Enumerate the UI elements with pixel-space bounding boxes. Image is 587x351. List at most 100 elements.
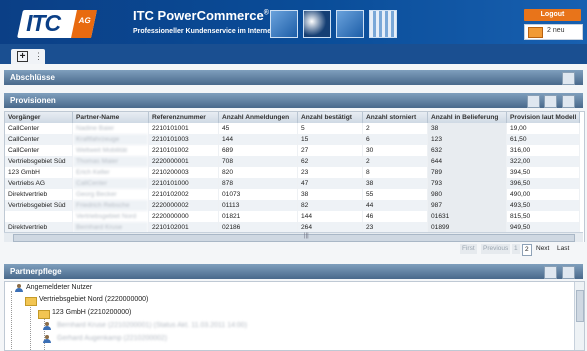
cell: 2210200003 <box>148 167 219 178</box>
tree-node-label: Angemeldeter Nutzer <box>26 284 93 291</box>
cell: Kraftfahrzeuge <box>72 134 149 145</box>
pagination: First Previous 1 2 Next Last <box>0 242 587 256</box>
envelope-icon <box>528 27 543 38</box>
cell: 708 <box>218 156 298 167</box>
table-row[interactable]: Vertriebs AG CallCenter 2210101000 878 47 38 7… <box>5 178 581 189</box>
export-icon[interactable] <box>544 266 557 279</box>
tree-node-label: 123 GmbH (2210200000) <box>52 309 132 316</box>
column-header-vorgaenger[interactable]: Vorgänger <box>5 112 73 123</box>
provisionen-table: Vorgänger Partner-Name Referenznummer An… <box>4 111 585 243</box>
settings-icon[interactable] <box>562 95 575 108</box>
cell: 820 <box>218 167 298 178</box>
cell: 55 <box>362 189 428 200</box>
cell <box>5 211 73 222</box>
page-2-button[interactable]: 2 <box>522 244 532 256</box>
cell: Georg Becker <box>72 189 149 200</box>
tree-node-label: Gerhard Augenkamp (2210200002) <box>57 335 168 342</box>
brand-mark: ® <box>263 9 269 17</box>
tree-node-partner[interactable]: Bernhard Kruse (2210200001) (Status Akt.… <box>39 322 247 330</box>
table-header-row: Vorgänger Partner-Name Referenznummer An… <box>5 112 581 123</box>
header-decoration <box>270 10 397 38</box>
cell: 46 <box>362 211 428 222</box>
decor-tile-icon <box>369 10 397 38</box>
decor-tile-icon <box>270 10 298 38</box>
tree-connector <box>11 291 12 350</box>
cell: 689 <box>218 145 298 156</box>
cell: 45 <box>218 123 298 134</box>
provisionen-title: Provisionen <box>10 96 56 105</box>
next-page-button[interactable]: Next <box>534 244 551 254</box>
tree-node-123-gmbh[interactable]: 123 GmbH (2210200000) <box>34 309 132 319</box>
cell: 878 <box>218 178 298 189</box>
table-row[interactable]: 123 GmbH Erich Keller 2210200003 820 23 8 789 3… <box>5 167 581 178</box>
tree-node-vertriebsgebiet-nord[interactable]: Vertriebsgebiet Nord (2220000000) <box>21 296 148 306</box>
abschluesse-title: Abschlüsse <box>10 73 55 82</box>
grip-icon: ||| <box>304 233 309 239</box>
cell: Nadine Baier <box>72 123 149 134</box>
cell: 2210101002 <box>148 145 219 156</box>
cell: 789 <box>427 167 507 178</box>
cell: 644 <box>427 156 507 167</box>
last-page-button[interactable]: Last <box>555 244 571 254</box>
table-row[interactable]: Vertriebsgebiet Süd Thomas Maier 222000000… <box>5 156 581 167</box>
cell: 30 <box>362 145 428 156</box>
cell: 8 <box>362 167 428 178</box>
tab-strip: + ⋮ <box>0 44 587 64</box>
add-tab-icon[interactable]: + <box>17 51 28 62</box>
cell: 490,00 <box>506 189 581 200</box>
folder-icon <box>25 297 37 306</box>
cell: 2210101000 <box>148 178 219 189</box>
itc-logo: ITC AG <box>17 10 97 38</box>
user-icon <box>43 322 51 330</box>
cell: 793 <box>427 178 507 189</box>
column-header-storniert[interactable]: Anzahl storniert <box>362 112 428 123</box>
column-header-belieferung[interactable]: Anzahl in Belieferung <box>427 112 507 123</box>
cell: 19,00 <box>506 123 581 134</box>
table-row[interactable]: Vertriebsgebiet Nord 2220000000 01821 144 46… <box>5 211 581 222</box>
messages-button[interactable]: 2 neu <box>524 24 583 40</box>
user-icon <box>15 284 23 292</box>
cell: CallCenter <box>5 123 73 134</box>
partnerpflege-panel-header: Partnerpflege <box>4 264 583 279</box>
table-horizontal-scrollbar[interactable]: ||| <box>4 232 583 242</box>
cell: 123 GmbH <box>5 167 73 178</box>
cell: Friedrich Rebsche <box>72 200 149 211</box>
settings-icon[interactable] <box>562 266 575 279</box>
scrollbar-thumb[interactable] <box>576 290 584 322</box>
tab-home[interactable]: + ⋮ <box>11 49 45 64</box>
logo-text: ITC <box>26 10 61 36</box>
cell: 38 <box>362 178 428 189</box>
tab-menu-icon[interactable]: ⋮ <box>34 51 43 62</box>
table-row[interactable]: CallCenter Nadine Baier 2210101001 45 5 2 38 19… <box>5 123 581 134</box>
maximize-icon[interactable] <box>562 72 575 85</box>
cell: Erich Keller <box>72 167 149 178</box>
tree-node-partner[interactable]: Gerhard Augenkamp (2210200002) <box>39 335 168 343</box>
cell: 2220000000 <box>148 211 219 222</box>
table-row[interactable]: CallCenter Kraftfahrzeuge 2210101003 144 15 6… <box>5 134 581 145</box>
table-row[interactable]: CallCenter Weltweit Mobilität 2210101002 68… <box>5 145 581 156</box>
user-icon <box>43 335 51 343</box>
column-header-anmeldungen[interactable]: Anzahl Anmeldungen <box>218 112 298 123</box>
export-icon[interactable] <box>527 95 540 108</box>
tree-vertical-scrollbar[interactable] <box>574 282 584 350</box>
cell: 2 <box>362 123 428 134</box>
decor-tile-icon <box>336 10 364 38</box>
cell: 316,00 <box>506 145 581 156</box>
cell: 62 <box>297 156 363 167</box>
cell: Vertriebsgebiet Nord <box>72 211 149 222</box>
column-header-bestaetigt[interactable]: Anzahl bestätigt <box>297 112 363 123</box>
tree-node-root[interactable]: Angemeldeter Nutzer <box>8 284 93 292</box>
print-icon[interactable] <box>544 95 557 108</box>
abschluesse-panel-header[interactable]: Abschlüsse <box>4 70 583 85</box>
column-header-partner-name[interactable]: Partner-Name <box>72 112 149 123</box>
first-page-button[interactable]: First <box>460 244 477 254</box>
table-row[interactable]: Vertriebsgebiet Süd Friedrich Rebsche 2220… <box>5 200 581 211</box>
page-1-button[interactable]: 1 <box>512 244 520 254</box>
previous-page-button[interactable]: Previous <box>481 244 511 254</box>
table-row[interactable]: Direktvertrieb Georg Becker 2210102002 0107… <box>5 189 581 200</box>
column-header-referenznummer[interactable]: Referenznummer <box>148 112 219 123</box>
scrollbar-thumb[interactable]: ||| <box>13 233 575 242</box>
logout-button[interactable]: Logout <box>524 9 581 21</box>
column-header-provision[interactable]: Provision laut Modell <box>506 112 581 123</box>
cell: 144 <box>218 134 298 145</box>
